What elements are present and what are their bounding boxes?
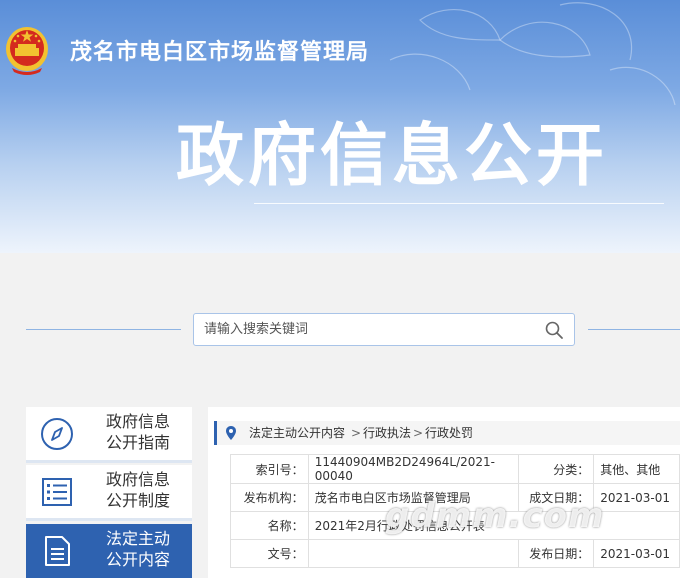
search-icon[interactable] (544, 320, 564, 340)
breadcrumb: 法定主动公开内容 > 行政执法 > 行政处罚 (214, 421, 680, 445)
sidebar-item-system[interactable]: 政府信息 公开制度 (26, 465, 192, 521)
name-label: 名称： (230, 511, 309, 540)
watermark: gdmm.com (385, 496, 605, 536)
page-title: 政府信息公开 (176, 117, 609, 196)
national-emblem-icon (6, 27, 48, 75)
org-name[interactable]: 茂名市电白区市场监督管理局 (70, 34, 369, 66)
title-underline (254, 203, 664, 204)
search-input[interactable] (204, 314, 524, 345)
search-box (193, 313, 575, 346)
sidebar-item-label: 政府信息 公开制度 (106, 469, 186, 511)
table-row: 文号： 发布日期： 2021-03-01 (230, 539, 680, 568)
sidebar-label-line1: 政府信息 (106, 412, 171, 431)
sidebar-label-line1: 法定主动 (106, 529, 171, 548)
content-panel: 法定主动公开内容 > 行政执法 > 行政处罚 索引号： 11440904MB2D… (208, 407, 680, 578)
sidebar-item-label: 政府信息 公开指南 (106, 411, 186, 453)
sidebar-item-label: 法定主动 公开内容 (106, 528, 186, 570)
sidebar-label-line2: 公开制度 (106, 491, 171, 510)
doc-number-label: 文号： (230, 539, 309, 568)
breadcrumb-separator: > (413, 426, 424, 440)
sidebar-item-content[interactable]: 法定主动 公开内容 (26, 524, 192, 578)
category-value: 其他、其他 (593, 454, 680, 484)
sidebar-label-line1: 政府信息 (106, 470, 171, 489)
index-label: 索引号： (230, 454, 309, 484)
published-date-value: 2021-03-01 (593, 539, 680, 568)
location-pin-icon (226, 426, 236, 440)
breadcrumb-link-penalty[interactable]: 行政处罚 (425, 425, 473, 441)
breadcrumb-separator: > (351, 426, 362, 440)
category-label: 分类： (517, 454, 595, 484)
doc-number-value (307, 539, 519, 568)
list-icon (42, 478, 72, 506)
header-banner: 茂名市电白区市场监督管理局 政府信息公开 (0, 0, 680, 253)
sidebar-label-line2: 公开指南 (106, 433, 171, 452)
breadcrumb-link-public-content[interactable]: 法定主动公开内容 (249, 425, 345, 441)
created-date-value: 2021-03-01 (593, 483, 680, 512)
compass-icon (41, 418, 73, 450)
index-value: 11440904MB2D24964L/2021-00040 (307, 454, 519, 484)
table-row: 索引号： 11440904MB2D24964L/2021-00040 分类： 其… (230, 454, 680, 484)
publisher-label: 发布机构： (230, 483, 309, 512)
document-icon (45, 536, 70, 566)
search-divider-right (588, 329, 680, 330)
published-date-label: 发布日期： (517, 539, 595, 568)
sidebar-item-guide[interactable]: 政府信息 公开指南 (26, 407, 192, 463)
sidebar-label-line2: 公开内容 (106, 550, 171, 569)
breadcrumb-link-enforcement[interactable]: 行政执法 (363, 425, 411, 441)
search-divider-left (26, 329, 181, 330)
